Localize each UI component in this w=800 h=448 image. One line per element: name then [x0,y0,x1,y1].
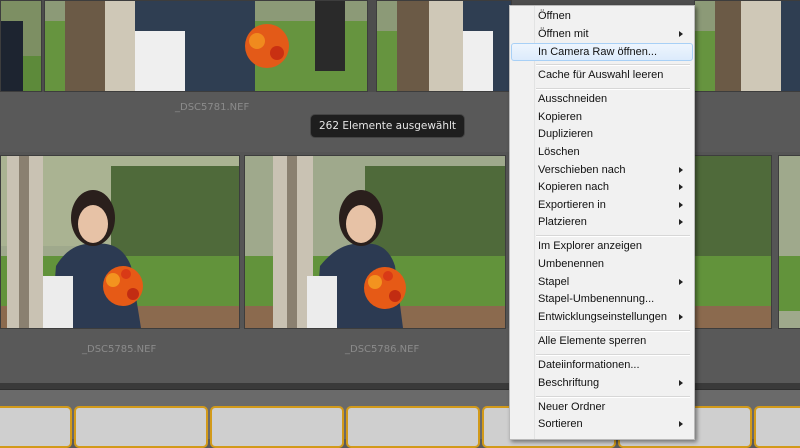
menu-item-copy-to[interactable]: Kopieren nach [512,179,691,196]
selection-count-toast: 262 Elemente ausgewählt [310,114,466,138]
menu-item-sort[interactable]: Sortieren [512,416,691,433]
menu-item-open-with[interactable]: Öffnen mit [512,26,691,43]
menu-item-file-info[interactable]: Dateiinformationen... [512,357,691,374]
menu-item-lock-all[interactable]: Alle Elemente sperren [512,333,691,350]
context-menu: Öffnen Öffnen mit In Camera Raw öffnen..… [509,5,695,440]
file-label: _DSC5785.NEF [82,344,157,355]
thumbnail[interactable] [778,155,800,329]
file-label: _DSC5781.NEF [175,102,250,113]
menu-separator [536,64,690,66]
menu-item-export-to[interactable]: Exportieren in [512,197,691,214]
menu-item-new-folder[interactable]: Neuer Ordner [512,399,691,416]
submenu-arrow-icon [679,219,683,225]
thumbnail-dsc5786[interactable] [244,155,506,329]
menu-separator [536,330,690,332]
menu-item-rename[interactable]: Umbenennen [512,256,691,273]
menu-item-move-to[interactable]: Verschieben nach [512,162,691,179]
menu-item-batch-rename[interactable]: Stapel-Umbenennung... [512,291,691,308]
menu-item-duplicate[interactable]: Duplizieren [512,126,691,143]
filmstrip-item[interactable] [74,406,208,448]
menu-item-cut[interactable]: Ausschneiden [512,91,691,108]
menu-item-open-camera-raw[interactable]: In Camera Raw öffnen... [511,43,693,61]
filmstrip-item[interactable] [754,406,800,448]
menu-separator [536,235,690,237]
submenu-arrow-icon [679,314,683,320]
menu-item-delete[interactable]: Löschen [512,144,691,161]
filmstrip-item[interactable] [346,406,480,448]
menu-separator [536,354,690,356]
menu-item-label[interactable]: Beschriftung [512,375,691,392]
thumbnail[interactable] [694,155,772,329]
submenu-arrow-icon [679,167,683,173]
submenu-arrow-icon [679,184,683,190]
menu-separator [536,88,690,90]
thumbnail[interactable] [694,0,800,92]
menu-item-clear-cache[interactable]: Cache für Auswahl leeren [512,67,691,84]
thumbnail[interactable] [44,0,368,92]
menu-item-open[interactable]: Öffnen [512,8,691,25]
filmstrip-item[interactable] [0,406,72,448]
file-label: _DSC5786.NEF [345,344,420,355]
menu-item-copy[interactable]: Kopieren [512,109,691,126]
submenu-arrow-icon [679,202,683,208]
thumbnail[interactable] [0,0,42,92]
thumbnail[interactable] [376,0,512,92]
menu-item-stack[interactable]: Stapel [512,274,691,291]
submenu-arrow-icon [679,31,683,37]
thumbnail-dsc5785[interactable] [0,155,240,329]
menu-item-place[interactable]: Platzieren [512,214,691,231]
menu-item-show-in-explorer[interactable]: Im Explorer anzeigen [512,238,691,255]
filmstrip-item[interactable] [210,406,344,448]
menu-separator [536,396,690,398]
submenu-arrow-icon [679,421,683,427]
submenu-arrow-icon [679,380,683,386]
menu-item-develop-settings[interactable]: Entwicklungseinstellungen [512,309,691,326]
submenu-arrow-icon [679,279,683,285]
